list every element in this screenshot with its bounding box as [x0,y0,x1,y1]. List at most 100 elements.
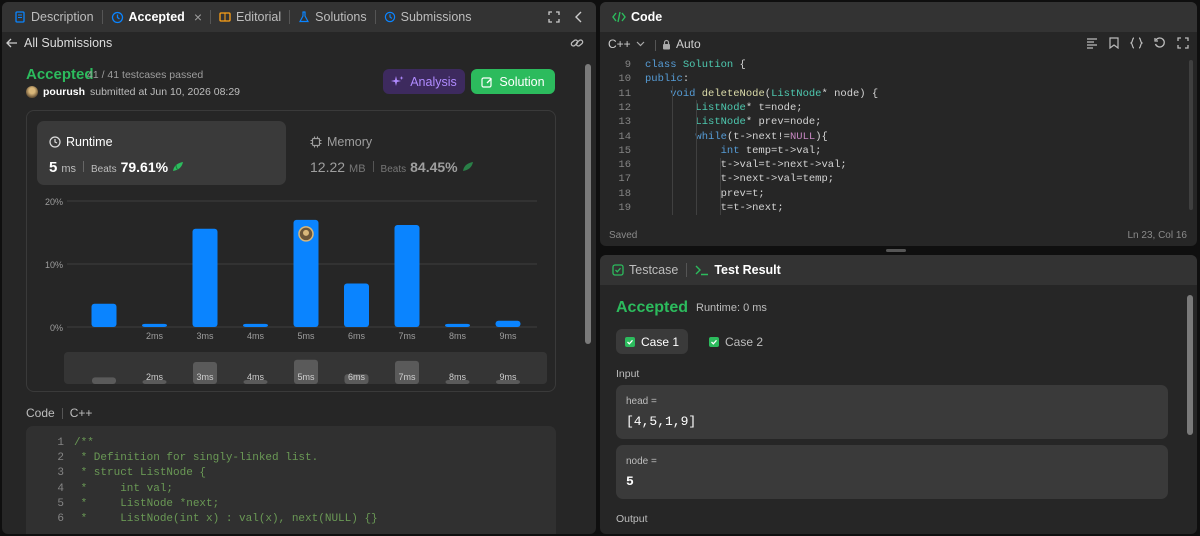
editor-line: 15 int temp=t->val; [600,144,1190,158]
chart-bar[interactable] [243,323,268,327]
submission-status: Accepted [26,66,94,83]
case-1-button[interactable]: Case 1 [616,329,688,354]
bookmark-icon[interactable] [1109,37,1119,49]
editor-toolbar: C++ Auto [600,33,1197,55]
submitted-at: submitted at Jun 10, 2026 08:29 [90,86,241,98]
runtime-beats-label: Beats [91,164,117,175]
line-number: 11 [618,87,631,100]
editor-title: Code [631,10,663,24]
code-text: void deleteNode(ListNode* node) { [670,87,879,100]
head-input-value: [4,5,1,9] [626,414,697,429]
memory-box[interactable]: Memory 12.22 MB Beats 84.45% [298,121,547,185]
node-input-box: node = 5 [616,445,1168,499]
code-text: * Definition for singly-linked list. [74,452,319,465]
chart-bar[interactable] [142,323,167,327]
language-select[interactable]: C++ [608,37,645,51]
auto-mode[interactable]: Auto [662,37,701,51]
tab-testcase[interactable]: Testcase [606,255,684,285]
line-number: 3 [57,467,64,480]
avatar[interactable] [26,86,38,98]
tab-description-label: Description [31,10,94,24]
link-icon[interactable] [570,36,584,50]
result-status: Accepted [616,299,689,316]
editor-line: 12 ListNode* t=node; [600,101,1190,115]
code-text: class Solution { [645,59,746,71]
code-text: ListNode* t=node; [695,101,803,114]
tab-solutions-label: Solutions [315,10,367,24]
editor-line: 11 void deleteNode(ListNode* node) { [600,87,1190,101]
reset-icon[interactable] [1154,37,1166,49]
flask-icon [298,11,310,23]
lock-icon [662,39,671,50]
expand-icon[interactable] [1177,37,1189,49]
avatar-face [303,229,309,236]
tab-divider [101,10,103,24]
x-tick-label: 6ms [348,331,366,341]
runtime-box[interactable]: Runtime 5 ms Beats 79.61% [37,121,286,185]
solution-button[interactable]: Solution [471,69,555,94]
tab-accepted[interactable]: Accepted × [105,2,208,32]
code-text: t->next->val=temp; [645,173,835,186]
tab-editorial-label: Editorial [236,10,282,24]
x-tick-label: 5ms [297,331,315,341]
chart-bar[interactable] [495,320,521,327]
clock-icon [49,136,61,148]
range-selector-bar [92,377,116,384]
editor-line: 13 ListNode* prev=node; [600,115,1190,129]
code-text: public: [645,73,690,86]
runtime-beats-value: 79.61% [120,159,169,175]
chart-bar[interactable] [344,283,369,327]
x-tick-label: 3ms [196,331,214,341]
tab-code[interactable]: Code [606,2,668,32]
tab-divider [210,10,211,24]
line-number: 19 [618,202,631,214]
chart-bar[interactable] [91,303,117,327]
memory-value: 12.22 [310,159,346,175]
memory-unit: MB [349,163,366,175]
analysis-button[interactable]: Analysis [383,69,465,94]
runtime-value: 5 [49,159,58,176]
chevron-left-icon[interactable] [574,11,584,23]
result-tab-bar: Testcase Test Result [600,255,1197,285]
close-icon[interactable]: × [194,9,202,25]
output-label: Output [616,513,648,525]
maximize-icon[interactable] [548,11,560,23]
editor-line: 19 t=t->next; [600,201,1190,215]
case-2-button[interactable]: Case 2 [700,329,772,354]
chart-bar[interactable] [394,224,420,327]
runtime-distribution-chart[interactable]: 20% 10% 0% 2ms 3ms 4ms 5ms 6ms 7ms 8ms 9ms 2ms 3ms 4m… [27,191,557,391]
chart-bar[interactable] [192,228,218,327]
editor-code-area[interactable]: 9 class Solution {10 public: 11 void delete… [600,58,1197,216]
left-scrollbar[interactable] [585,64,591,344]
tab-submissions[interactable]: Submissions [378,2,478,32]
back-link[interactable]: All Submissions [6,34,112,52]
submitted-code-block[interactable]: 1 /** 2 * Definition for singly-linked lis… [26,426,556,534]
analysis-button-label: Analysis [410,74,457,89]
code-text: * ListNode(int x) : val(x), next(NULL) {… [74,512,378,525]
code-text: * ListNode *next; [74,497,220,510]
braces-icon[interactable] [1130,37,1143,49]
panel-resize-handle[interactable] [886,249,906,252]
line-number: 6 [57,512,64,525]
book-icon [219,11,231,23]
submitter-name[interactable]: pourush [43,86,85,98]
code-lines: 1 /** 2 * Definition for singly-linked lis… [26,436,556,527]
editor-line: 16 t->val=t->next->val; [600,158,1190,172]
tab-solutions[interactable]: Solutions [292,2,372,32]
chart-bar[interactable] [445,323,470,327]
result-scrollbar[interactable] [1187,295,1193,435]
code-section-lang: C++ [69,406,93,420]
tab-description[interactable]: Description [8,2,100,32]
range-selector-label: 8ms [449,372,467,382]
editor-scrollbar[interactable] [1189,60,1193,210]
history-icon [111,11,124,24]
tab-test-result[interactable]: Test Result [689,255,786,285]
chevron-down-icon [636,41,645,47]
y-tick-label: 10% [45,260,63,270]
indent-guide [696,100,697,215]
code-line: 3 * struct ListNode { [26,466,556,481]
code-text: * int val; [74,482,174,495]
format-icon[interactable] [1086,37,1098,49]
tab-editorial[interactable]: Editorial [213,2,287,32]
code-line: 4 * int val; [26,482,556,497]
